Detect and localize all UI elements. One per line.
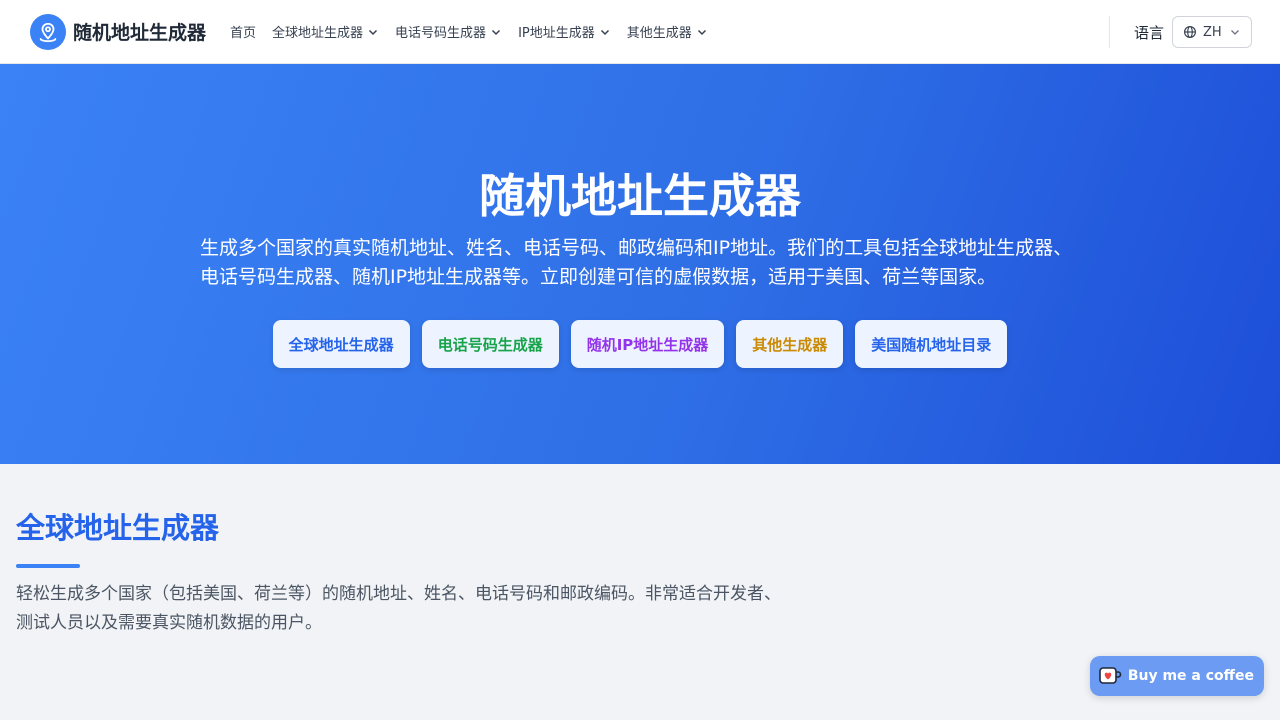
- site-logo[interactable]: 随机地址生成器: [30, 13, 207, 50]
- chevron-down-icon: [1229, 26, 1241, 38]
- section-description: 轻松生成多个国家（包括美国、荷兰等）的随机地址、姓名、电话号码和邮政编码。非常适…: [16, 584, 781, 633]
- other-generators-button[interactable]: 其他生成器: [736, 320, 844, 368]
- map-pin-icon: [30, 13, 66, 50]
- nav-item-label: 全球地址生成器: [272, 26, 364, 41]
- nav-item-label: 首页: [230, 26, 257, 41]
- chevron-down-icon: [367, 26, 379, 38]
- globe-icon: [1183, 25, 1197, 39]
- buy-me-a-coffee-button[interactable]: Buy me a coffee: [1089, 656, 1264, 696]
- hero-title: 随机地址生成器: [479, 169, 801, 223]
- top-header: 随机地址生成器 首页 全球地址生成器 电话号码生成器 IP地址生成器 其他生成器: [0, 0, 1280, 64]
- language-label: 语言: [1133, 23, 1164, 42]
- chevron-down-icon: [599, 26, 611, 38]
- main-nav: 首页 全球地址生成器 电话号码生成器 IP地址生成器 其他生成器: [230, 22, 724, 41]
- site-logo-text: 随机地址生成器: [73, 22, 207, 44]
- nav-item-label: 电话号码生成器: [395, 26, 487, 41]
- chevron-down-icon: [696, 26, 708, 38]
- random-ip-button[interactable]: 随机IP地址生成器: [570, 320, 725, 368]
- header-right: 语言 ZH: [1108, 0, 1252, 64]
- phone-number-button[interactable]: 电话号码生成器: [421, 320, 559, 368]
- hero-banner: 随机地址生成器 生成多个国家的真实随机地址、姓名、电话号码、邮政编码和IP地址。…: [0, 64, 1280, 464]
- hero-description: 生成多个国家的真实随机地址、姓名、电话号码、邮政编码和IP地址。我们的工具包括全…: [200, 237, 1073, 288]
- section-title: 全球地址生成器: [16, 511, 220, 545]
- language-code: ZH: [1203, 24, 1222, 40]
- nav-item-home[interactable]: 首页: [230, 22, 256, 41]
- buy-me-a-coffee-label: Buy me a coffee: [1127, 668, 1254, 684]
- global-address-button[interactable]: 全球地址生成器: [272, 320, 410, 368]
- language-select[interactable]: ZH: [1172, 16, 1252, 48]
- nav-item-label: IP地址生成器: [518, 26, 595, 41]
- nav-item-other-generators[interactable]: 其他生成器: [627, 22, 708, 41]
- hero-button-group: 全球地址生成器 电话号码生成器 随机IP地址生成器 其他生成器 美国随机地址目录: [0, 320, 1280, 368]
- us-address-directory-button[interactable]: 美国随机地址目录: [855, 320, 1008, 368]
- nav-item-ip-address[interactable]: IP地址生成器: [518, 22, 611, 41]
- coffee-cup-icon: [1098, 664, 1122, 688]
- nav-item-phone-number[interactable]: 电话号码生成器: [395, 22, 502, 41]
- section-title-underline: [16, 564, 80, 568]
- chevron-down-icon: [490, 26, 502, 38]
- nav-item-global-address[interactable]: 全球地址生成器: [272, 22, 379, 41]
- nav-item-label: 其他生成器: [626, 26, 692, 41]
- header-divider: [1108, 16, 1110, 48]
